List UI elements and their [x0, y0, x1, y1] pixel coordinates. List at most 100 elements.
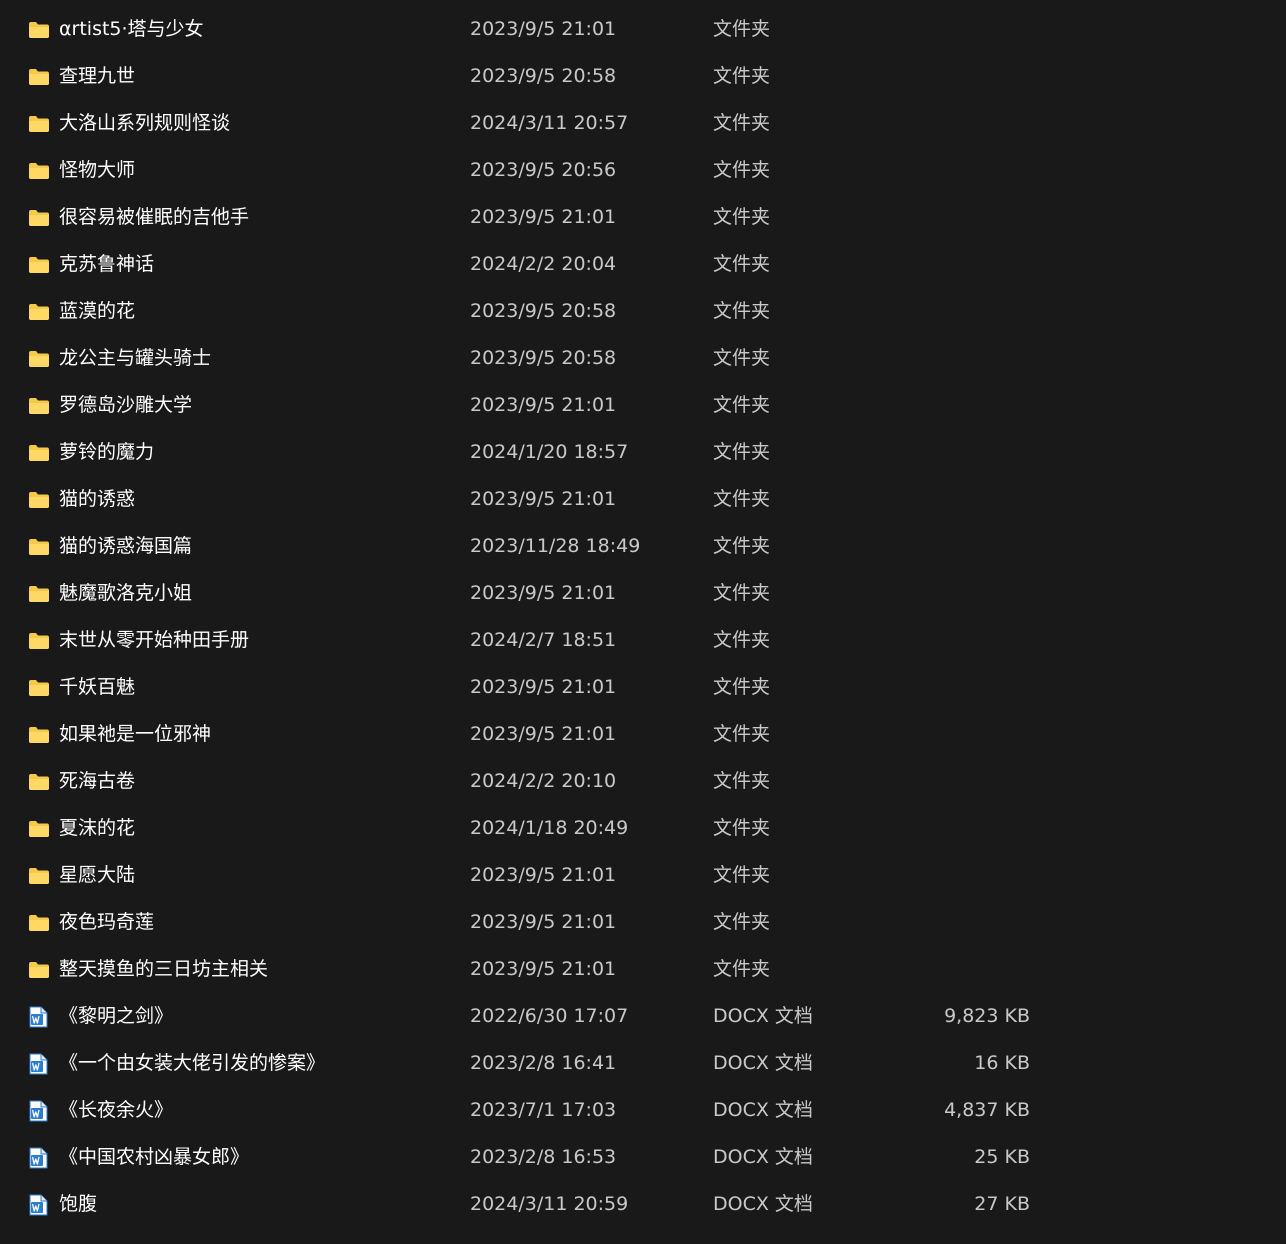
file-name: 罗德岛沙雕大学: [59, 394, 193, 416]
file-row-0[interactable]: αrtist5·塔与少女 2023/9/5 21:01 文件夹: [0, 6, 1286, 53]
file-row-15[interactable]: 如果祂是一位邪神 2023/9/5 21:01 文件夹: [0, 711, 1286, 758]
file-size: [900, 335, 1030, 382]
folder-icon: [28, 6, 52, 53]
file-size: [900, 758, 1030, 805]
file-date-modified: 2023/2/8 16:53: [470, 1146, 617, 1168]
file-size: [900, 6, 1030, 53]
folder-icon: [28, 711, 52, 758]
file-row-8[interactable]: 罗德岛沙雕大学 2023/9/5 21:01 文件夹: [0, 382, 1286, 429]
file-type: 文件夹: [713, 159, 771, 181]
file-type: 文件夹: [713, 112, 771, 134]
file-row-6[interactable]: 蓝漠的花 2023/9/5 20:58 文件夹: [0, 288, 1286, 335]
file-row-18[interactable]: 星愿大陆 2023/9/5 21:01 文件夹: [0, 852, 1286, 899]
file-date-modified: 2024/3/11 20:57: [470, 112, 629, 134]
folder-icon: [28, 664, 52, 711]
file-date-modified: 2023/9/5 20:58: [470, 347, 617, 369]
file-row-19[interactable]: 夜色玛奇莲 2023/9/5 21:01 文件夹: [0, 899, 1286, 946]
file-name: 大洛山系列规则怪谈: [59, 112, 231, 134]
file-name: αrtist5·塔与少女: [59, 18, 204, 40]
file-name: 饱腹: [59, 1193, 98, 1215]
file-row-16[interactable]: 死海古卷 2024/2/2 20:10 文件夹: [0, 758, 1286, 805]
file-row-23[interactable]: 《长夜余火》 2023/7/1 17:03 DOCX 文档 4,837 KB: [0, 1087, 1286, 1134]
file-type: 文件夹: [713, 206, 771, 228]
file-row-1[interactable]: 查理九世 2023/9/5 20:58 文件夹: [0, 53, 1286, 100]
file-row-9[interactable]: 萝铃的魔力 2024/1/20 18:57 文件夹: [0, 429, 1286, 476]
folder-icon: [28, 382, 52, 429]
file-row-13[interactable]: 末世从零开始种田手册 2024/2/7 18:51 文件夹: [0, 617, 1286, 664]
word-doc-icon: [28, 1040, 52, 1087]
file-type: 文件夹: [713, 441, 771, 463]
folder-icon: [28, 617, 52, 664]
file-date-modified: 2022/6/30 17:07: [470, 1005, 629, 1027]
file-row-5[interactable]: 克苏鲁神话 2024/2/2 20:04 文件夹: [0, 241, 1286, 288]
file-row-17[interactable]: 夏沫的花 2024/1/18 20:49 文件夹: [0, 805, 1286, 852]
folder-icon: [28, 335, 52, 382]
file-row-3[interactable]: 怪物大师 2023/9/5 20:56 文件夹: [0, 147, 1286, 194]
file-name: 猫的诱惑: [59, 488, 136, 510]
file-type: 文件夹: [713, 535, 771, 557]
file-type: 文件夹: [713, 864, 771, 886]
file-date-modified: 2023/9/5 20:58: [470, 65, 617, 87]
file-date-modified: 2024/2/2 20:10: [470, 770, 617, 792]
file-row-4[interactable]: 很容易被催眠的吉他手 2023/9/5 21:01 文件夹: [0, 194, 1286, 241]
file-row-11[interactable]: 猫的诱惑海国篇 2023/11/28 18:49 文件夹: [0, 523, 1286, 570]
file-type: DOCX 文档: [713, 1099, 813, 1121]
file-size: 4,837 KB: [944, 1099, 1030, 1121]
file-date-modified: 2023/9/5 20:58: [470, 300, 617, 322]
file-row-2[interactable]: 大洛山系列规则怪谈 2024/3/11 20:57 文件夹: [0, 100, 1286, 147]
file-name: 末世从零开始种田手册: [59, 629, 250, 651]
file-row-24[interactable]: 《中国农村凶暴女郎》 2023/2/8 16:53 DOCX 文档 25 KB: [0, 1134, 1286, 1181]
file-row-25[interactable]: 饱腹 2024/3/11 20:59 DOCX 文档 27 KB: [0, 1181, 1286, 1228]
folder-icon: [28, 147, 52, 194]
file-name: 很容易被催眠的吉他手: [59, 206, 250, 228]
file-type: 文件夹: [713, 817, 771, 839]
file-size: [900, 476, 1030, 523]
file-row-12[interactable]: 魅魔歌洛克小姐 2023/9/5 21:01 文件夹: [0, 570, 1286, 617]
file-size: 9,823 KB: [944, 1005, 1030, 1027]
file-row-10[interactable]: 猫的诱惑 2023/9/5 21:01 文件夹: [0, 476, 1286, 523]
file-size: [900, 852, 1030, 899]
file-size: [900, 711, 1030, 758]
file-row-14[interactable]: 千妖百魅 2023/9/5 21:01 文件夹: [0, 664, 1286, 711]
file-date-modified: 2023/9/5 21:01: [470, 18, 617, 40]
file-type: DOCX 文档: [713, 1052, 813, 1074]
file-row-20[interactable]: 整天摸鱼的三日坊主相关 2023/9/5 21:01 文件夹: [0, 946, 1286, 993]
file-type: DOCX 文档: [713, 1193, 813, 1215]
file-size: [900, 617, 1030, 664]
file-name: 查理九世: [59, 65, 136, 87]
word-doc-icon: [28, 993, 52, 1040]
file-date-modified: 2023/9/5 21:01: [470, 958, 617, 980]
file-name: 夜色玛奇莲: [59, 911, 155, 933]
file-size: [900, 664, 1030, 711]
file-date-modified: 2024/3/11 20:59: [470, 1193, 629, 1215]
file-name: 魅魔歌洛克小姐: [59, 582, 193, 604]
file-row-7[interactable]: 龙公主与罐头骑士 2023/9/5 20:58 文件夹: [0, 335, 1286, 382]
folder-icon: [28, 194, 52, 241]
folder-icon: [28, 476, 52, 523]
file-name: 猫的诱惑海国篇: [59, 535, 193, 557]
file-name: 蓝漠的花: [59, 300, 136, 322]
file-date-modified: 2024/1/20 18:57: [470, 441, 629, 463]
file-name: 《一个由女装大佬引发的惨案》: [59, 1052, 326, 1074]
file-type: DOCX 文档: [713, 1005, 813, 1027]
file-date-modified: 2023/2/8 16:41: [470, 1052, 617, 1074]
folder-icon: [28, 570, 52, 617]
folder-icon: [28, 899, 52, 946]
file-date-modified: 2023/11/28 18:49: [470, 535, 641, 557]
file-row-22[interactable]: 《一个由女装大佬引发的惨案》 2023/2/8 16:41 DOCX 文档 16…: [0, 1040, 1286, 1087]
file-row-21[interactable]: 《黎明之剑》 2022/6/30 17:07 DOCX 文档 9,823 KB: [0, 993, 1286, 1040]
file-type: 文件夹: [713, 347, 771, 369]
folder-icon: [28, 805, 52, 852]
file-date-modified: 2023/9/5 21:01: [470, 723, 617, 745]
file-date-modified: 2024/1/18 20:49: [470, 817, 629, 839]
file-name: 《长夜余火》: [59, 1099, 174, 1121]
file-date-modified: 2023/9/5 21:01: [470, 676, 617, 698]
file-type: 文件夹: [713, 253, 771, 275]
file-type: 文件夹: [713, 629, 771, 651]
word-doc-icon: [28, 1087, 52, 1134]
file-name: 夏沫的花: [59, 817, 136, 839]
file-date-modified: 2024/2/2 20:04: [470, 253, 617, 275]
word-doc-icon: [28, 1134, 52, 1181]
file-type: 文件夹: [713, 65, 771, 87]
file-type: 文件夹: [713, 300, 771, 322]
